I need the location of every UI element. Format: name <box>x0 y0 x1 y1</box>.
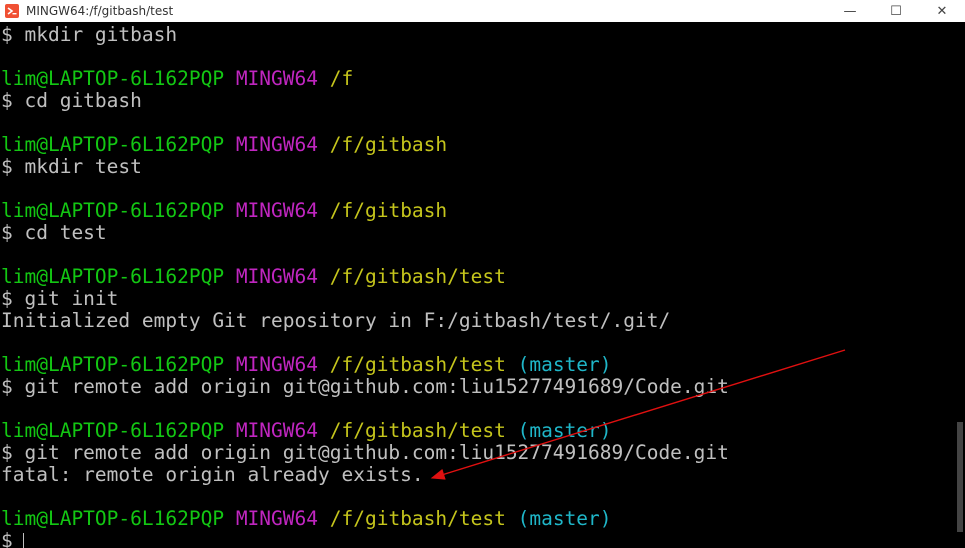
prompt-user: lim@LAPTOP-6L162PQP <box>1 265 225 288</box>
command-text: $ git remote add origin git@github.com:l… <box>1 375 729 398</box>
prompt-user: lim@LAPTOP-6L162PQP <box>1 67 225 90</box>
prompt-line: lim@LAPTOP-6L162PQP MINGW64 /f/gitbash/t… <box>0 266 955 288</box>
prompt-path: /f/gitbash/test <box>329 265 506 288</box>
minimize-button[interactable]: — <box>827 0 873 22</box>
command-text: $ mkdir test <box>1 155 142 178</box>
prompt-branch: (master) <box>517 507 612 530</box>
prompt-path: /f <box>329 67 354 90</box>
close-button[interactable]: ✕ <box>919 0 965 22</box>
prompt-line: lim@LAPTOP-6L162PQP MINGW64 /f/gitbash/t… <box>0 508 955 530</box>
scrollbar-thumb[interactable] <box>957 422 963 532</box>
git-bash-icon <box>4 3 20 19</box>
window-controls: — ☐ ✕ <box>827 0 965 22</box>
prompt-user: lim@LAPTOP-6L162PQP <box>1 133 225 156</box>
maximize-button[interactable]: ☐ <box>873 0 919 22</box>
prompt-user: lim@LAPTOP-6L162PQP <box>1 419 225 442</box>
command-text: $ cd test <box>1 221 107 244</box>
command-text: $ mkdir gitbash <box>1 23 178 46</box>
prompt-branch: (master) <box>517 419 612 442</box>
prompt-system: MINGW64 <box>235 199 318 222</box>
output-text: Initialized empty Git repository in F:/g… <box>1 309 671 332</box>
prompt-line: lim@LAPTOP-6L162PQP MINGW64 /f/gitbash/t… <box>0 354 955 376</box>
prompt-user: lim@LAPTOP-6L162PQP <box>1 507 225 530</box>
prompt-system: MINGW64 <box>235 353 318 376</box>
prompt-system: MINGW64 <box>235 133 318 156</box>
output-line: fatal: remote origin already exists. <box>0 464 955 486</box>
prompt-path: /f/gitbash/test <box>329 353 506 376</box>
prompt-system: MINGW64 <box>235 419 318 442</box>
prompt-path: /f/gitbash/test <box>329 507 506 530</box>
input-line[interactable]: $ <box>0 530 955 548</box>
prompt-path: /f/gitbash <box>329 133 448 156</box>
prompt-system: MINGW64 <box>235 265 318 288</box>
terminal-window: MINGW64:/f/gitbash/test — ☐ ✕ $ mkdir gi… <box>0 0 965 548</box>
prompt-system: MINGW64 <box>235 67 318 90</box>
command-line: $ cd test <box>0 222 955 244</box>
terminal-output[interactable]: $ mkdir gitbash lim@LAPTOP-6L162PQP MINGW… <box>0 24 955 548</box>
prompt-user: lim@LAPTOP-6L162PQP <box>1 199 225 222</box>
command-text: $ git init <box>1 287 119 310</box>
input-prompt: $ <box>1 529 13 548</box>
prompt-system: MINGW64 <box>235 507 318 530</box>
title-bar[interactable]: MINGW64:/f/gitbash/test — ☐ ✕ <box>0 0 965 22</box>
output-text: fatal: remote origin already exists. <box>1 463 424 486</box>
prompt-user: lim@LAPTOP-6L162PQP <box>1 353 225 376</box>
prompt-line: lim@LAPTOP-6L162PQP MINGW64 /f <box>0 68 955 90</box>
command-line: $ cd gitbash <box>0 90 955 112</box>
command-line: $ git remote add origin git@github.com:l… <box>0 376 955 398</box>
prompt-line: lim@LAPTOP-6L162PQP MINGW64 /f/gitbash <box>0 134 955 156</box>
text-cursor <box>22 532 24 548</box>
command-line: $ mkdir gitbash <box>0 24 955 46</box>
command-line: $ git init <box>0 288 955 310</box>
prompt-branch: (master) <box>517 353 612 376</box>
window-title: MINGW64:/f/gitbash/test <box>26 4 174 18</box>
prompt-line: lim@LAPTOP-6L162PQP MINGW64 /f/gitbash/t… <box>0 420 955 442</box>
command-text: $ git remote add origin git@github.com:l… <box>1 441 729 464</box>
prompt-path: /f/gitbash <box>329 199 448 222</box>
prompt-path: /f/gitbash/test <box>329 419 506 442</box>
command-line: $ mkdir test <box>0 156 955 178</box>
command-line: $ git remote add origin git@github.com:l… <box>0 442 955 464</box>
output-line: Initialized empty Git repository in F:/g… <box>0 310 955 332</box>
prompt-line: lim@LAPTOP-6L162PQP MINGW64 /f/gitbash <box>0 200 955 222</box>
command-text: $ cd gitbash <box>1 89 142 112</box>
scrollbar[interactable] <box>955 22 965 548</box>
